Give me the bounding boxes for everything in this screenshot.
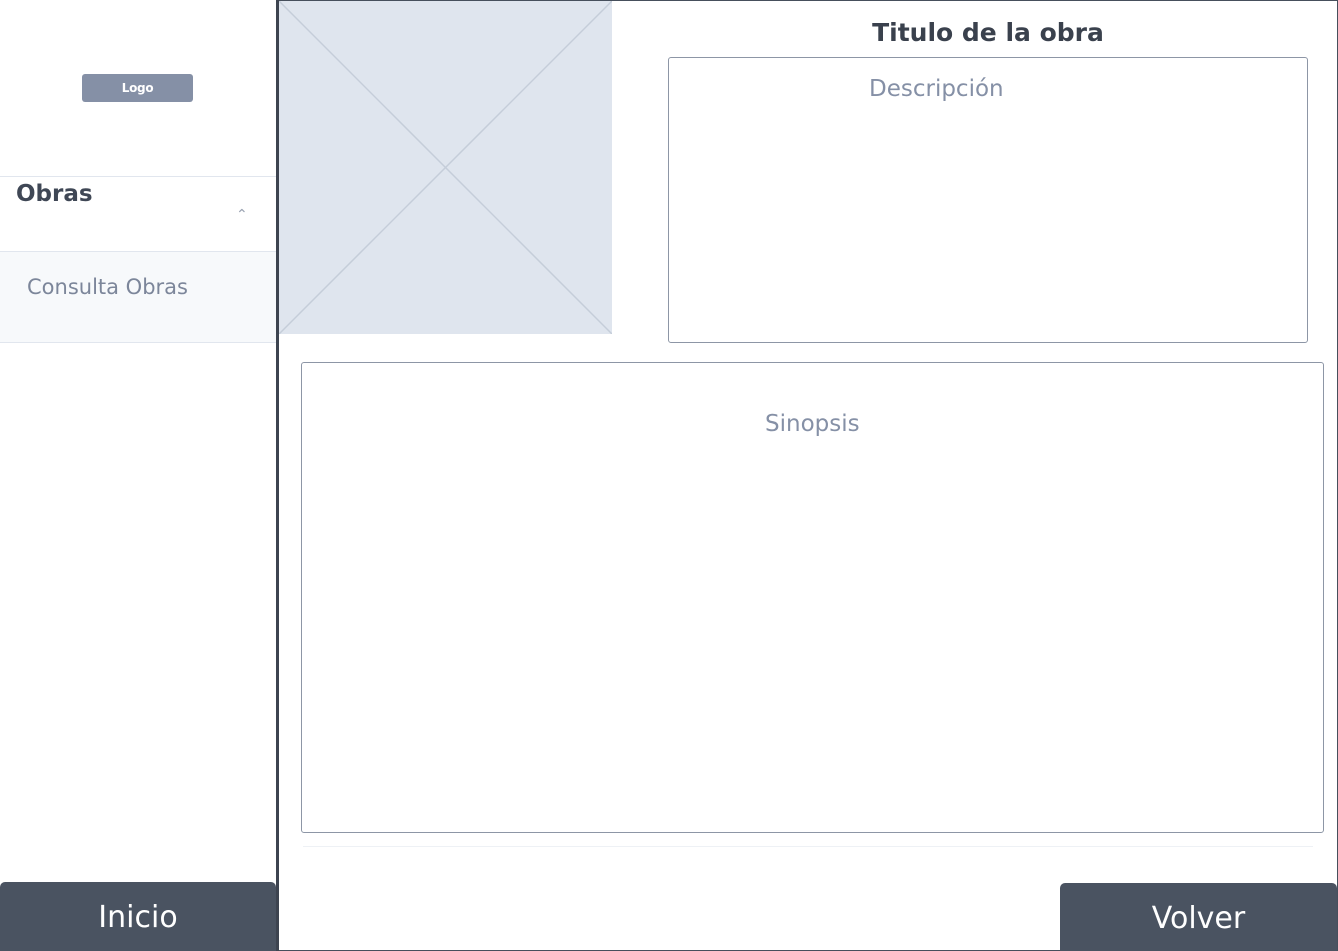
logo: Logo (82, 74, 193, 102)
volver-button[interactable]: Volver (1060, 883, 1337, 951)
sidebar-item-label: Consulta Obras (27, 275, 188, 299)
sidebar-section-obras[interactable]: Obras ⌃ (0, 176, 276, 252)
sidebar: Logo Obras ⌃ Consulta Obras Inicio (0, 0, 276, 951)
sidebar-item-consulta-obras[interactable]: Consulta Obras (0, 252, 276, 343)
description-placeholder: Descripción (869, 76, 1004, 102)
description-field[interactable]: Descripción (668, 57, 1308, 343)
synopsis-placeholder: Sinopsis (765, 411, 860, 437)
chevron-up-icon[interactable]: ⌃ (236, 207, 248, 223)
sidebar-section-label: Obras (16, 181, 93, 207)
inicio-button[interactable]: Inicio (0, 882, 276, 951)
divider (303, 846, 1313, 847)
page-title: Titulo de la obra (872, 18, 1104, 47)
image-placeholder-icon (278, 0, 613, 335)
synopsis-field[interactable]: Sinopsis (301, 362, 1324, 833)
image-placeholder (278, 0, 613, 335)
